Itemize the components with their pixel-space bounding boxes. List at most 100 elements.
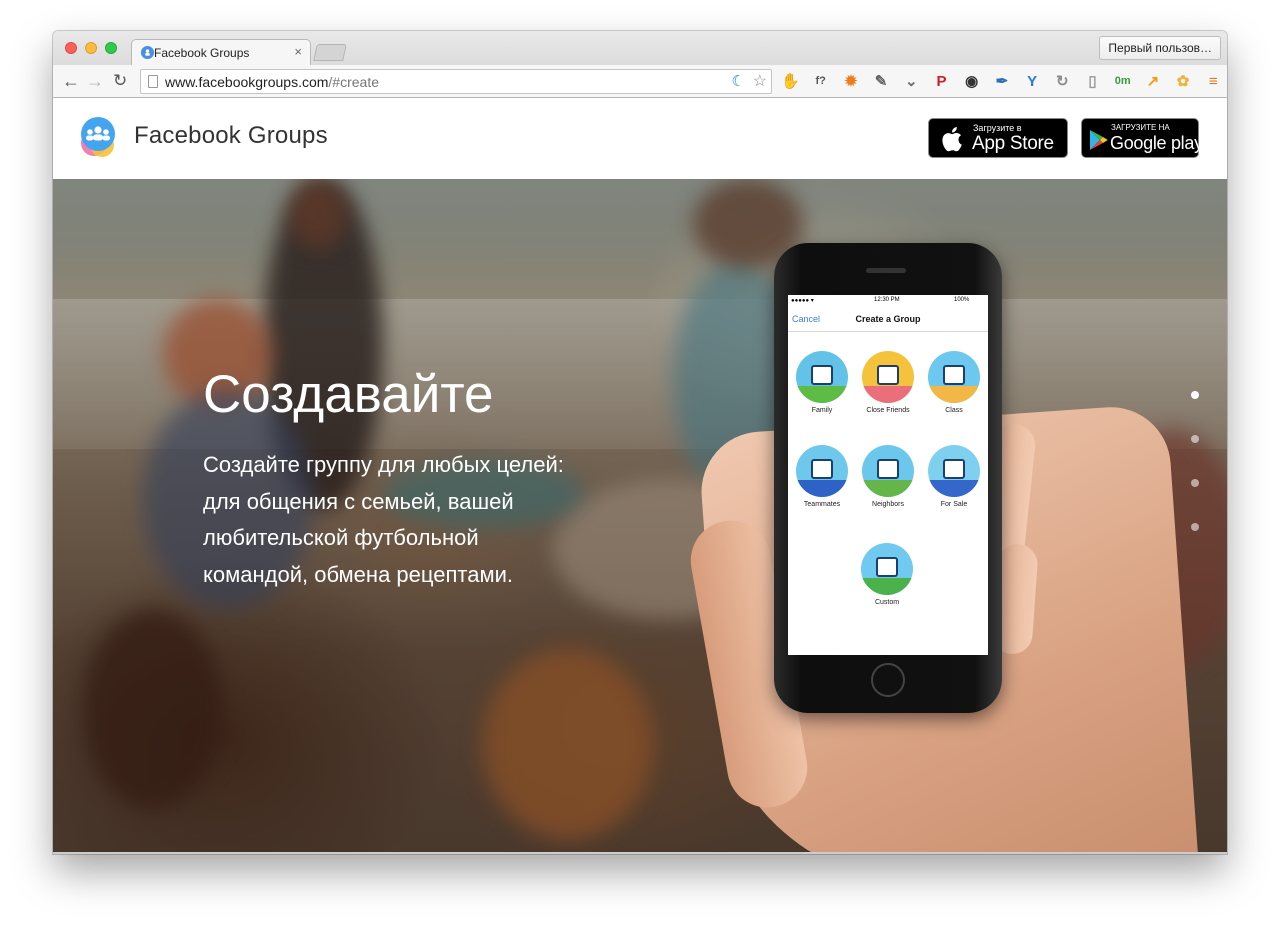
address-bar[interactable]: www.facebookgroups.com/#create ☾ ☆ <box>140 69 772 94</box>
apple-icon <box>942 127 962 152</box>
pocket-icon[interactable]: ⌄ <box>902 72 921 91</box>
phone-time: 12:30 PM <box>874 297 900 303</box>
google-play-small-text: ЗАГРУЗИТЕ НА <box>1111 123 1170 132</box>
site-header: Facebook Groups Загрузите в App Store ЗА… <box>53 98 1227 179</box>
category-label: Close Friends <box>866 407 910 414</box>
classroom-icon <box>928 351 980 403</box>
slide-dot-4[interactable] <box>1191 523 1199 531</box>
icon-ground <box>928 386 980 403</box>
icon-object <box>943 365 965 385</box>
reader-icon[interactable]: ▯ <box>1083 72 1102 91</box>
zoom-window-button[interactable] <box>105 42 117 54</box>
window-bottom-edge <box>53 852 1227 854</box>
app-store-badge[interactable]: Загрузите в App Store <box>928 118 1068 158</box>
custom-easel-icon <box>861 543 913 595</box>
url-text[interactable]: www.facebookgroups.com/#create <box>165 74 379 90</box>
icon-ground <box>862 386 914 403</box>
page-icon <box>148 75 158 88</box>
pinterest-icon[interactable]: P <box>932 72 951 91</box>
color-picker-icon[interactable]: ◉ <box>962 72 981 91</box>
facebook-groups-logo-icon[interactable] <box>78 115 118 159</box>
category-close-friends[interactable]: Close Friends <box>855 351 921 414</box>
nav-divider <box>788 331 988 332</box>
slide-dot-2[interactable] <box>1191 435 1199 443</box>
flower-icon[interactable]: ✿ <box>1174 72 1193 91</box>
site-title[interactable]: Facebook Groups <box>134 122 328 150</box>
y-icon[interactable]: Y <box>1023 72 1042 91</box>
sync-icon[interactable]: ↻ <box>1053 72 1072 91</box>
adblock-icon[interactable]: ✋ <box>781 72 800 91</box>
hero-description: Создайте группу для любых целей: для общ… <box>203 452 564 587</box>
signal-indicator: ●●●●● ▾ <box>791 298 814 304</box>
category-neighbors[interactable]: Neighbors <box>855 445 921 508</box>
url-host: www.facebookgroups.com <box>165 74 329 90</box>
icon-object <box>943 459 965 479</box>
icon-object <box>876 557 898 577</box>
category-for-sale[interactable]: For Sale <box>921 445 987 508</box>
category-label: Family <box>811 407 833 414</box>
profile-button[interactable]: Первый пользов… <box>1099 36 1221 60</box>
icon-object <box>811 365 833 385</box>
tab-title: Facebook Groups <box>154 46 250 60</box>
shopping-bag-icon <box>928 445 980 497</box>
tab-close-icon[interactable]: × <box>294 44 302 59</box>
phone-mockup: ●●●●● ▾ 12:30 PM 100% Create a Group Can… <box>774 243 1002 713</box>
google-play-big-text: Google play <box>1110 133 1203 153</box>
back-arrow-icon[interactable]: ← <box>62 70 80 92</box>
pennant-icon <box>796 445 848 497</box>
font-finder-icon[interactable]: f? <box>811 72 830 91</box>
hero-section: Создавайте Создайте группу для любых цел… <box>53 179 1227 854</box>
category-family[interactable]: Family <box>789 351 855 414</box>
app-store-small-text: Загрузите в <box>973 123 1022 133</box>
icon-ground <box>928 480 980 497</box>
icon-ground <box>862 480 914 497</box>
icon-ground <box>796 480 848 497</box>
category-label: Teammates <box>803 501 841 508</box>
browser-tab[interactable]: Facebook Groups × <box>131 39 311 66</box>
icon-ground <box>861 578 913 595</box>
browser-window: Facebook Groups × Первый пользов… ← → ↻ … <box>53 31 1227 854</box>
house-icon <box>796 351 848 403</box>
menu-icon[interactable]: ≡ <box>1204 72 1223 91</box>
minimize-window-button[interactable] <box>85 42 97 54</box>
browser-toolbar: ← → ↻ www.facebookgroups.com/#create ☾ ☆… <box>53 65 1227 98</box>
category-teammates[interactable]: Teammates <box>789 445 855 508</box>
google-play-icon <box>1090 130 1108 150</box>
slide-dot-1[interactable] <box>1191 391 1199 399</box>
slide-dot-3[interactable] <box>1191 479 1199 487</box>
eyedropper-icon[interactable]: ✒ <box>992 72 1011 91</box>
icon-object <box>877 459 899 479</box>
category-label: Class <box>945 407 963 414</box>
phone-screen: ●●●●● ▾ 12:30 PM 100% Create a Group Can… <box>788 295 988 655</box>
phone-battery: 100% <box>954 297 970 303</box>
hero-heading: Создавайте <box>203 365 494 424</box>
phone-speaker <box>866 268 906 273</box>
firebug-icon[interactable]: ✹ <box>841 72 860 91</box>
url-path: /#create <box>328 74 380 90</box>
timer-icon[interactable]: 0m <box>1113 72 1132 91</box>
friends-icon <box>862 351 914 403</box>
category-custom[interactable]: Custom <box>854 543 920 606</box>
icon-object <box>811 459 833 479</box>
tab-strip: Facebook Groups × Первый пользов… <box>53 31 1227 66</box>
forward-arrow-icon[interactable]: → <box>86 70 104 92</box>
category-label: Custom <box>874 599 900 606</box>
app-store-big-text: App Store <box>972 133 1054 154</box>
reload-icon[interactable]: ↻ <box>113 70 127 92</box>
home-button <box>871 663 905 697</box>
moon-extension-icon[interactable]: ☾ <box>732 72 745 90</box>
new-tab-button[interactable] <box>313 44 347 61</box>
google-play-badge[interactable]: ЗАГРУЗИТЕ НА Google play <box>1081 118 1203 158</box>
bookmark-star-icon[interactable]: ☆ <box>753 71 767 91</box>
evernote-icon[interactable]: ✎ <box>872 72 891 91</box>
category-label: For Sale <box>940 501 968 508</box>
icon-object <box>877 365 899 385</box>
cancel-button[interactable]: Cancel <box>792 314 820 324</box>
category-label: Neighbors <box>872 501 904 508</box>
neighborhood-icon <box>862 445 914 497</box>
stats-icon[interactable]: ↗ <box>1143 72 1162 91</box>
close-window-button[interactable] <box>65 42 77 54</box>
category-class[interactable]: Class <box>921 351 987 414</box>
facebook-groups-favicon-icon <box>140 45 155 60</box>
icon-ground <box>796 386 848 403</box>
